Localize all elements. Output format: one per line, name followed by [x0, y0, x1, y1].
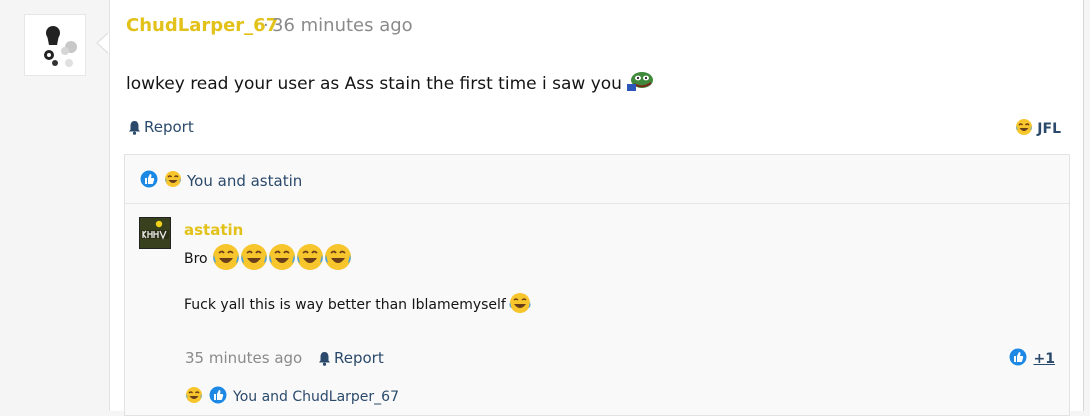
meta-separator: · [263, 15, 269, 36]
reply-line-1-text: Bro [184, 251, 208, 267]
bell-icon [129, 120, 140, 135]
report-button[interactable]: Report [128, 118, 194, 136]
reply-line-2: Fuck yall this is way better than Iblame… [184, 291, 532, 319]
reply-line-2-text: Fuck yall this is way better than Iblame… [184, 297, 506, 313]
like-icon [1008, 347, 1028, 371]
avatar[interactable] [24, 14, 86, 76]
reply-report-button[interactable]: Report [318, 349, 384, 367]
reply-username[interactable]: astatin [184, 221, 243, 239]
reply-reactions-summary[interactable]: You and ChudLarper_67 [185, 385, 399, 409]
reply-avatar[interactable] [139, 217, 171, 249]
reactions-summary[interactable]: You and astatin [139, 169, 302, 193]
reply-like-count: +1 [1033, 351, 1055, 367]
reaction-button[interactable]: JFL [1015, 118, 1061, 140]
post-username[interactable]: ChudLarper_67 [126, 15, 278, 36]
post-message-text: lowkey read your user as Ass stain the f… [126, 73, 622, 94]
reply-avatar-image [140, 218, 170, 248]
divider [125, 203, 1069, 204]
reply-report-label: Report [334, 349, 384, 367]
like-icon [208, 385, 228, 409]
replies-box: You and astatin astatin Bro Fuck yall th… [124, 154, 1070, 416]
post-container: ChudLarper_67 · 36 minutes ago lowkey re… [0, 0, 1084, 416]
caret [98, 33, 109, 53]
report-label: Report [144, 118, 194, 136]
laughing-crying-icon [185, 386, 203, 408]
laughing-crying-icon [164, 170, 182, 192]
bell-icon [319, 351, 330, 366]
author-column [0, 0, 110, 411]
reply-like-button[interactable]: +1 [1008, 347, 1055, 371]
laughing-crying-icon [212, 241, 352, 277]
reactions-summary-text: You and astatin [187, 172, 303, 190]
laughing-crying-icon [1015, 118, 1033, 140]
post-time[interactable]: 36 minutes ago [272, 15, 413, 36]
post-message: lowkey read your user as Ass stain the f… [126, 70, 654, 97]
like-icon [139, 169, 159, 193]
laughing-crying-icon [508, 291, 532, 319]
reply-reactions-summary-text: You and ChudLarper_67 [233, 389, 399, 405]
avatar-image [44, 26, 77, 67]
reply-line-1: Bro [184, 241, 352, 277]
pepe-frog-icon [626, 70, 654, 97]
reaction-label: JFL [1037, 121, 1061, 137]
reply-time[interactable]: 35 minutes ago [185, 349, 302, 367]
